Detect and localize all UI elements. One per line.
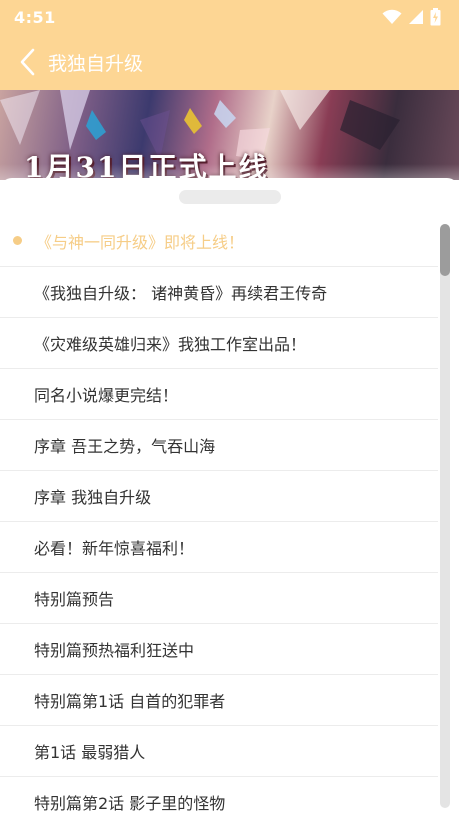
chapter-label: 《我独自升级： 诸神黄昏》再续君王传奇: [34, 284, 328, 303]
chapter-label: 序章 我独自升级: [34, 488, 152, 507]
chapter-label: 必看！新年惊喜福利！: [34, 539, 195, 558]
chapter-label: 特别篇第2话 影子里的怪物: [34, 794, 226, 813]
chapter-label: 序章 吾王之势，气吞山海: [34, 437, 216, 456]
wifi-icon: [382, 9, 402, 24]
chapter-item[interactable]: 特别篇预告: [0, 573, 438, 624]
chapter-label: 第1话 最弱猎人: [34, 743, 146, 762]
scrollbar-track[interactable]: [440, 224, 450, 808]
chapter-item[interactable]: 《灾难级英雄归来》我独工作室出品！: [0, 318, 438, 369]
chapter-label: 《与神一同升级》即将上线！: [36, 233, 245, 252]
chapter-item[interactable]: 特别篇第1话 自首的犯罪者: [0, 675, 438, 726]
chapter-item[interactable]: 必看！新年惊喜福利！: [0, 522, 438, 573]
chapter-item[interactable]: 特别篇第2话 影子里的怪物: [0, 777, 438, 816]
status-icons: [382, 8, 441, 26]
chapter-label: 特别篇预告: [34, 590, 115, 609]
chapter-label: 特别篇预热福利狂送中: [34, 641, 195, 660]
back-button[interactable]: [6, 34, 50, 90]
chapter-item[interactable]: 特别篇预热福利狂送中: [0, 624, 438, 675]
chapter-item[interactable]: 同名小说爆更完结！: [0, 369, 438, 420]
chapter-label: 特别篇第1话 自首的犯罪者: [34, 692, 226, 711]
chevron-left-icon: [20, 48, 35, 76]
chapter-item[interactable]: 《与神一同升级》即将上线！: [0, 216, 438, 267]
battery-charging-icon: [430, 8, 441, 26]
chapter-label: 同名小说爆更完结！: [34, 386, 179, 405]
chapter-item[interactable]: 序章 吾王之势，气吞山海: [0, 420, 438, 471]
chapter-list: 《与神一同升级》即将上线！ 《我独自升级： 诸神黄昏》再续君王传奇 《灾难级英雄归来…: [0, 216, 438, 816]
status-time: 4:51: [14, 7, 56, 27]
chapter-item[interactable]: 《我独自升级： 诸神黄昏》再续君王传奇: [0, 267, 438, 318]
drag-handle[interactable]: [179, 190, 281, 204]
status-bar: 4:51: [0, 0, 459, 34]
chapter-item[interactable]: 序章 我独自升级: [0, 471, 438, 522]
app-bar: 我独自升级: [0, 34, 459, 90]
chapter-label: 《灾难级英雄归来》我独工作室出品！: [34, 335, 307, 354]
promo-banner[interactable]: 1月31日正式上线: [0, 90, 459, 180]
signal-icon: [409, 10, 423, 24]
current-chapter-dot: [13, 236, 22, 245]
chapter-sheet: 《与神一同升级》即将上线！ 《我独自升级： 诸神黄昏》再续君王传奇 《灾难级英雄归来…: [0, 178, 459, 816]
page-title: 我独自升级: [48, 52, 144, 75]
scrollbar-thumb[interactable]: [440, 224, 450, 276]
chapter-item[interactable]: 第1话 最弱猎人: [0, 726, 438, 777]
